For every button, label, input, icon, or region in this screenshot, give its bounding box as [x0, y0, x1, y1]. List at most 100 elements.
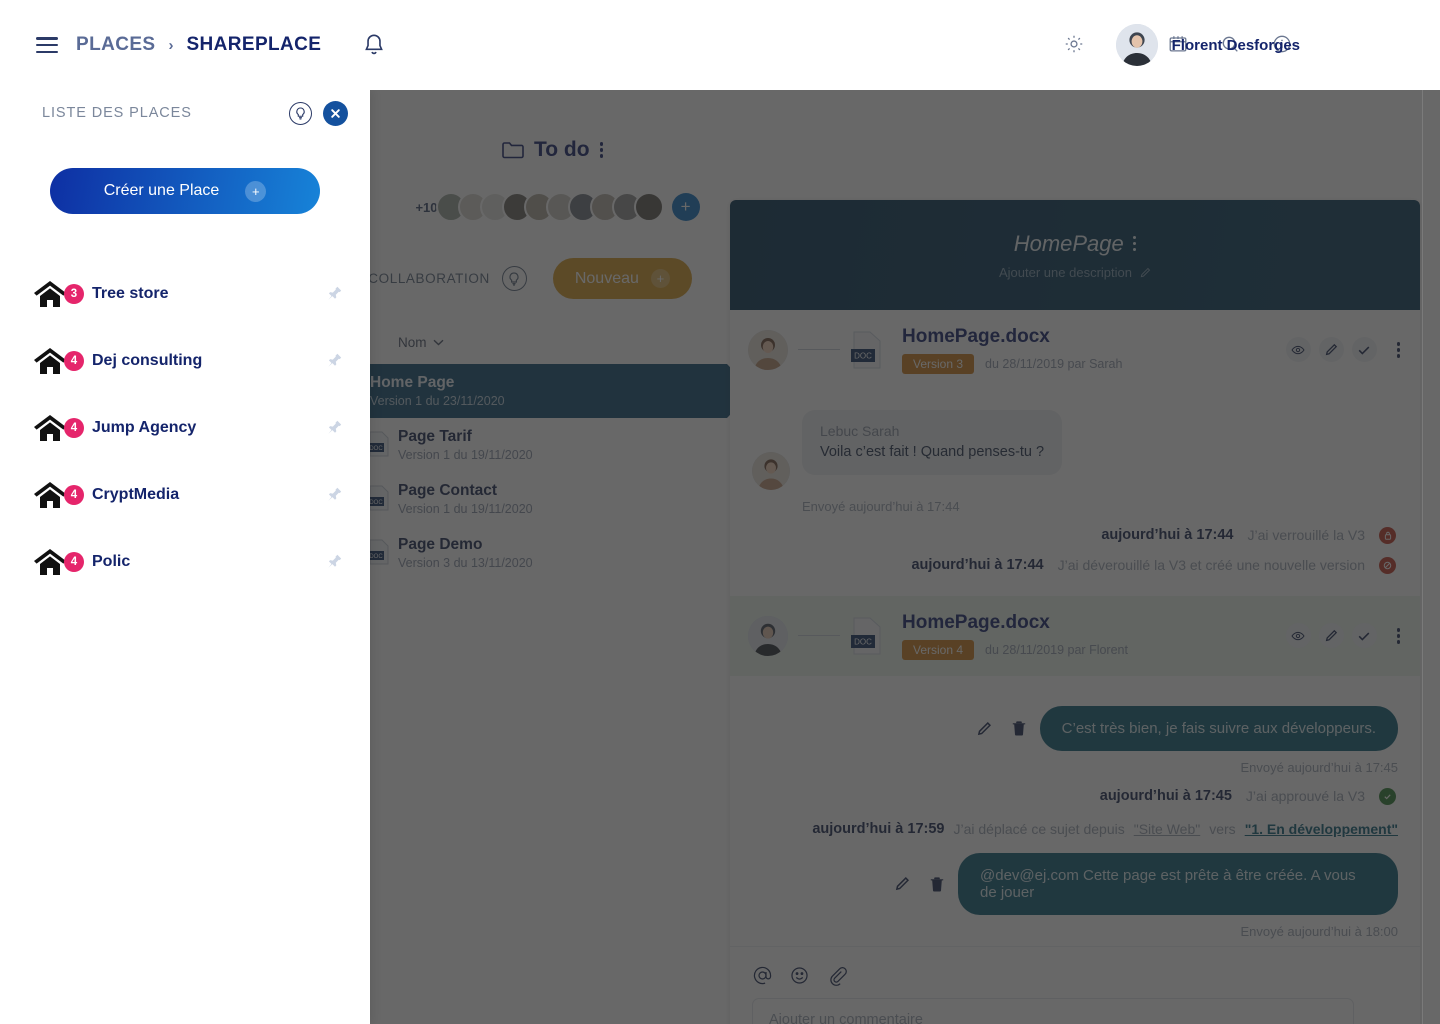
mention-icon[interactable] [752, 965, 773, 986]
message-sent-time: Envoyé aujourd’hui à 17:45 [1240, 759, 1398, 775]
place-item[interactable]: 3 Tree store [0, 260, 370, 327]
version-badge: Version 4 [902, 639, 975, 660]
composer-icons [752, 965, 1398, 986]
pencil-icon[interactable] [895, 876, 910, 891]
place-item[interactable]: 4 Dej consulting [0, 327, 370, 394]
place-badge: 4 [64, 417, 84, 438]
eye-icon[interactable] [1285, 337, 1311, 363]
message-bubble: Lebuc Sarah Voila c’est fait ! Quand pen… [802, 409, 1063, 475]
folder-title: To do [533, 138, 590, 161]
document-row[interactable]: DOC HomePage.docx Version 3 du 28/11/201… [730, 310, 1420, 390]
add-member-button[interactable]: + [671, 193, 700, 221]
place-badge: 4 [64, 551, 84, 572]
list-column-headers: Nom Date Responsable [370, 335, 1067, 350]
drawer-header: LISTE DES PLACES [0, 96, 370, 130]
place-label: Dej consulting [92, 351, 203, 369]
create-place-button[interactable]: Créer une Place + [50, 168, 320, 214]
list-item-version: Version 3 du 13/11/2020 [398, 555, 533, 570]
house-icon [34, 280, 66, 307]
breadcrumb: PLACES › SHAREPLACE [76, 34, 321, 56]
doc-file-icon: DOC [368, 431, 389, 457]
pencil-icon[interactable] [977, 721, 992, 736]
list-item-name: Page Contact [398, 482, 498, 500]
list-item-name: Home Page [370, 374, 455, 392]
places-list: 3 Tree store 4 Dej consulting 4 Jump Age… [0, 260, 370, 595]
trash-icon[interactable] [930, 876, 944, 892]
avatar [752, 451, 790, 490]
hero-more-icon[interactable] [1132, 235, 1137, 252]
document-row[interactable]: DOC HomePage.docx Version 4 du 28/11/201… [730, 595, 1420, 676]
list-item-version: Version 1 du 19/11/2020 [398, 501, 533, 516]
message-actions [895, 876, 944, 892]
eye-icon[interactable] [1285, 623, 1311, 649]
comment-input[interactable]: Ajouter un commentaire [752, 998, 1354, 1024]
outgoing-message: C’est très bien, je fais suivre aux déve… [752, 705, 1398, 751]
attachment-icon[interactable] [826, 965, 847, 986]
pencil-icon[interactable] [1318, 337, 1344, 363]
connector-line [798, 349, 840, 351]
more-vertical-icon[interactable] [1396, 342, 1400, 358]
user-name: Florent Desforges [1171, 36, 1300, 54]
detail-panel: HomePage Ajouter une description DOC Hom… [730, 200, 1420, 1024]
message-actions [977, 720, 1026, 736]
lightbulb-icon[interactable] [289, 101, 312, 125]
panel-divider [1422, 90, 1423, 1024]
gear-icon[interactable] [1056, 26, 1092, 62]
hamburger-icon[interactable] [36, 37, 58, 53]
new-button[interactable]: Nouveau + [552, 258, 692, 299]
place-item[interactable]: 4 CryptMedia [0, 461, 370, 528]
drawer-title: LISTE DES PLACES [42, 105, 192, 121]
document-name: HomePage.docx [902, 611, 1050, 633]
pin-icon[interactable] [328, 286, 342, 302]
trash-icon[interactable] [1012, 720, 1026, 736]
chevron-down-icon [433, 339, 443, 346]
message-author: Lebuc Sarah [820, 422, 900, 439]
list-item[interactable]: DOC Page Demo Version 3 du 13/11/2020 [368, 526, 735, 580]
place-item[interactable]: 4 Polic [0, 528, 370, 595]
pin-icon[interactable] [328, 487, 342, 503]
app-root: PLACES › SHAREPLACE 0 [0, 0, 1440, 1024]
incoming-message: Lebuc Sarah Voila c’est fait ! Quand pen… [752, 409, 1398, 490]
moved-to-link[interactable]: "1. En développement" [1245, 821, 1398, 837]
check-icon[interactable] [1351, 623, 1377, 649]
moved-prefix: J’ai déplacé ce sujet depuis [953, 820, 1125, 837]
list-item-name: Page Tarif [398, 428, 472, 446]
pencil-icon[interactable] [1318, 623, 1344, 649]
message-text: Voila c’est fait ! Quand penses-tu ? [820, 443, 1045, 460]
close-icon[interactable] [323, 100, 348, 126]
pin-icon[interactable] [328, 353, 342, 369]
doc-file-icon: DOC [368, 539, 389, 565]
pencil-icon[interactable] [1140, 267, 1151, 278]
pin-icon[interactable] [328, 420, 342, 436]
lightbulb-icon[interactable] [501, 266, 527, 291]
more-vertical-icon[interactable] [1396, 628, 1400, 644]
pin-icon[interactable] [328, 554, 342, 570]
place-badge: 4 [64, 484, 84, 505]
place-item[interactable]: 4 Jump Agency [0, 394, 370, 461]
top-bar: PLACES › SHAREPLACE 0 [0, 0, 1440, 90]
emoji-icon[interactable] [789, 965, 810, 986]
check-icon[interactable] [1351, 337, 1377, 363]
list-item-version: Version 1 du 23/11/2020 [370, 393, 505, 408]
avatar[interactable] [633, 192, 664, 222]
moved-from-link[interactable]: "Site Web" [1134, 821, 1201, 837]
bell-icon[interactable] [361, 32, 387, 58]
list-item[interactable]: DOC Page Tarif Version 1 du 19/11/2020 [368, 418, 735, 472]
svg-text:DOC: DOC [854, 637, 872, 646]
subject-list-column: To do +10 + S DE COLLABORATION Nouveau +… [330, 90, 1067, 1024]
detail-hero-title-row: HomePage [1014, 231, 1137, 257]
column-name[interactable]: Nom [398, 335, 444, 350]
detail-hero-subtitle-row[interactable]: Ajouter une description [999, 265, 1151, 280]
detail-hero-subtitle: Ajouter une description [999, 264, 1132, 280]
moved-time: aujourd’hui à 17:59 [812, 820, 945, 837]
folder-header: To do [370, 138, 735, 162]
user-profile[interactable]: Florent Desforges [1115, 24, 1440, 66]
list-item[interactable]: DOC Home Page Version 1 du 23/11/2020 [340, 364, 993, 418]
doc-file-icon: DOC [850, 330, 884, 370]
folder-more-icon[interactable] [599, 142, 604, 158]
moved-activity-line: aujourd’hui à 17:59 J’ai déplacé ce suje… [752, 821, 1398, 837]
version-meta: du 28/11/2019 par Florent [985, 642, 1128, 657]
activity-line: aujourd’hui à 17:44 J’ai déverouillé la … [752, 556, 1398, 574]
breadcrumb-places[interactable]: PLACES [76, 34, 155, 56]
list-item[interactable]: DOC Page Contact Version 1 du 19/11/2020 [368, 472, 735, 526]
